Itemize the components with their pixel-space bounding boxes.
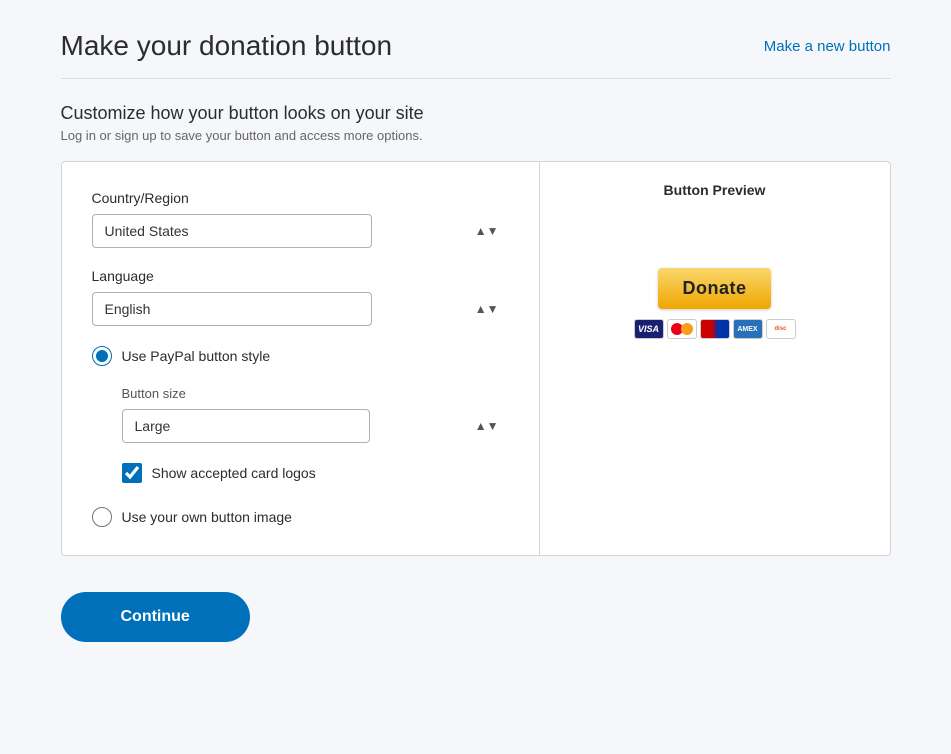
language-select[interactable]: English French German Spanish Portuguese [92,292,372,326]
paypal-style-radio[interactable] [92,346,112,366]
donate-preview-button: Donate [658,268,770,309]
page-header: Make your donation button Make a new but… [61,30,891,79]
preview-panel: Button Preview Donate VISA M AMEX disc [540,162,890,555]
page-title: Make your donation button [61,30,393,62]
card-logos-preview: VISA M AMEX disc [634,319,796,339]
button-size-select[interactable]: Small Medium Large [122,409,370,443]
language-select-arrow: ▲▼ [475,302,499,316]
main-panel: Country/Region United States United King… [61,161,891,556]
button-size-label: Button size [122,386,509,401]
button-size-select-arrow: ▲▼ [475,419,499,433]
language-label: Language [92,268,509,284]
section-subtitle: Log in or sign up to save your button an… [61,128,891,143]
paypal-style-label: Use PayPal button style [122,348,271,364]
country-select-wrapper: United States United Kingdom Canada Aust… [92,214,509,248]
preview-title: Button Preview [664,182,766,198]
mc-right-circle [681,323,693,335]
discover-text: disc [774,326,786,332]
country-field-group: Country/Region United States United King… [92,190,509,248]
button-preview-area: Donate VISA M AMEX disc [634,268,796,339]
section-title: Customize how your button looks on your … [61,103,891,124]
language-select-wrapper: English French German Spanish Portuguese… [92,292,509,326]
visa-logo: VISA [634,319,664,339]
language-field-group: Language English French German Spanish P… [92,268,509,326]
card-logos-checkbox[interactable] [122,463,142,483]
section-header: Customize how your button looks on your … [61,103,891,143]
own-image-radio-row: Use your own button image [92,507,509,527]
card-logos-label: Show accepted card logos [152,465,316,481]
country-select[interactable]: United States United Kingdom Canada Aust… [92,214,372,248]
country-label: Country/Region [92,190,509,206]
amex-logo: AMEX [733,319,763,339]
paypal-style-options: Button size Small Medium Large ▲▼ Show a… [122,386,509,483]
form-panel: Country/Region United States United King… [62,162,540,555]
make-new-button[interactable]: Make a new button [764,38,891,55]
mastercard-logo [667,319,697,339]
discover-logo: disc [766,319,796,339]
card-logos-checkbox-row: Show accepted card logos [122,463,509,483]
maestro-logo: M [700,319,730,339]
own-image-label: Use your own button image [122,509,292,525]
button-size-select-wrapper: Small Medium Large ▲▼ [122,409,509,443]
mastercard-circles [668,320,696,338]
own-image-radio[interactable] [92,507,112,527]
paypal-style-radio-row: Use PayPal button style [92,346,509,366]
continue-button[interactable]: Continue [61,592,250,642]
country-select-arrow: ▲▼ [475,224,499,238]
